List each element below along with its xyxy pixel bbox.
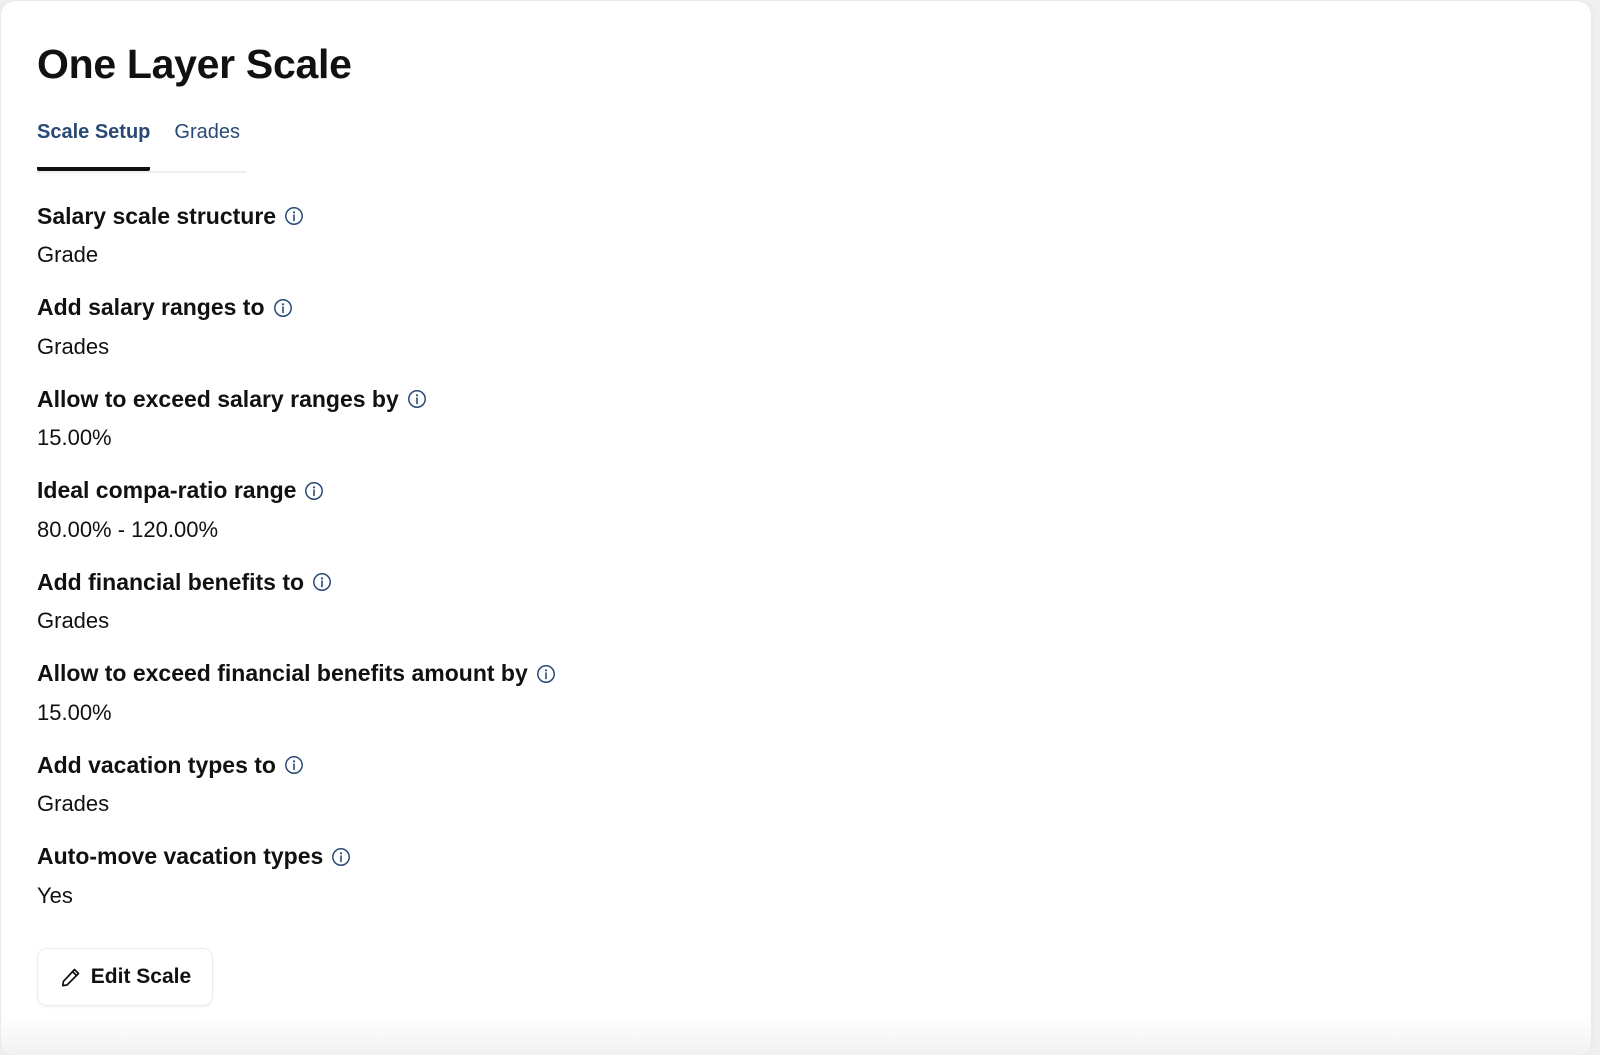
info-icon[interactable] bbox=[312, 572, 332, 592]
tab-bar: Scale Setup Grades bbox=[37, 113, 247, 173]
tab-scale-setup[interactable]: Scale Setup bbox=[37, 113, 151, 171]
info-icon[interactable] bbox=[536, 664, 556, 684]
field-exceed-salary-ranges: Allow to exceed salary ranges by 15.00% bbox=[37, 380, 556, 472]
pencil-icon bbox=[59, 965, 83, 989]
field-value: Grades bbox=[37, 608, 110, 633]
field-label-row: Add salary ranges to bbox=[37, 289, 556, 327]
field-label: Add vacation types to bbox=[37, 751, 276, 778]
field-label: Allow to exceed salary ranges by bbox=[37, 385, 399, 412]
info-icon[interactable] bbox=[284, 206, 304, 226]
info-icon[interactable] bbox=[331, 847, 351, 867]
info-icon[interactable] bbox=[284, 755, 304, 775]
field-label: Ideal compa-ratio range bbox=[37, 477, 297, 503]
info-icon[interactable] bbox=[407, 389, 427, 409]
field-salary-scale-structure: Salary scale structure Grade bbox=[37, 197, 556, 289]
field-value: Grades bbox=[37, 791, 110, 816]
field-label-row: Ideal compa-ratio range bbox=[37, 472, 556, 510]
tab-grades[interactable]: Grades bbox=[174, 113, 240, 169]
field-add-salary-ranges-to: Add salary ranges to Grades bbox=[37, 289, 556, 381]
scale-card: One Layer Scale Scale Setup Grades Salar… bbox=[1, 1, 1591, 1055]
field-value: 15.00% bbox=[37, 425, 112, 450]
bottom-fade bbox=[1, 1015, 1591, 1055]
info-icon[interactable] bbox=[304, 481, 324, 501]
field-label-row: Auto-move vacation types bbox=[37, 838, 556, 876]
field-label-row: Salary scale structure bbox=[37, 197, 556, 235]
edit-scale-label: Edit Scale bbox=[90, 965, 192, 988]
field-label: Allow to exceed financial benefits amoun… bbox=[37, 660, 528, 686]
field-ideal-compa-ratio-range: Ideal compa-ratio range 80.00% - 120.00% bbox=[37, 472, 556, 564]
field-label: Add salary ranges to bbox=[37, 294, 265, 320]
field-value: Grades bbox=[37, 333, 110, 359]
field-value: Yes bbox=[37, 882, 73, 908]
field-add-financial-benefits-to: Add financial benefits to Grades bbox=[37, 563, 556, 655]
field-exceed-financial-benefits: Allow to exceed financial benefits amoun… bbox=[37, 655, 556, 747]
field-label: Auto-move vacation types bbox=[37, 843, 324, 869]
page-title: One Layer Scale bbox=[37, 41, 352, 87]
scale-settings-list: Salary scale structure Grade Add salary … bbox=[37, 197, 556, 929]
field-label: Add financial benefits to bbox=[37, 568, 305, 595]
field-label-row: Allow to exceed financial benefits amoun… bbox=[37, 655, 556, 693]
field-label-row: Add vacation types to bbox=[37, 746, 556, 784]
field-label: Salary scale structure bbox=[37, 202, 277, 229]
field-label-row: Add financial benefits to bbox=[37, 563, 556, 601]
field-value: 15.00% bbox=[37, 699, 112, 725]
field-add-vacation-types-to: Add vacation types to Grades bbox=[37, 746, 556, 838]
field-value: Grade bbox=[37, 242, 99, 267]
field-auto-move-vacation-types: Auto-move vacation types Yes bbox=[37, 838, 556, 930]
edit-scale-button[interactable]: Edit Scale bbox=[37, 948, 213, 1006]
info-icon[interactable] bbox=[273, 298, 293, 318]
field-value: 80.00% - 120.00% bbox=[37, 516, 219, 542]
field-label-row: Allow to exceed salary ranges by bbox=[37, 380, 556, 418]
